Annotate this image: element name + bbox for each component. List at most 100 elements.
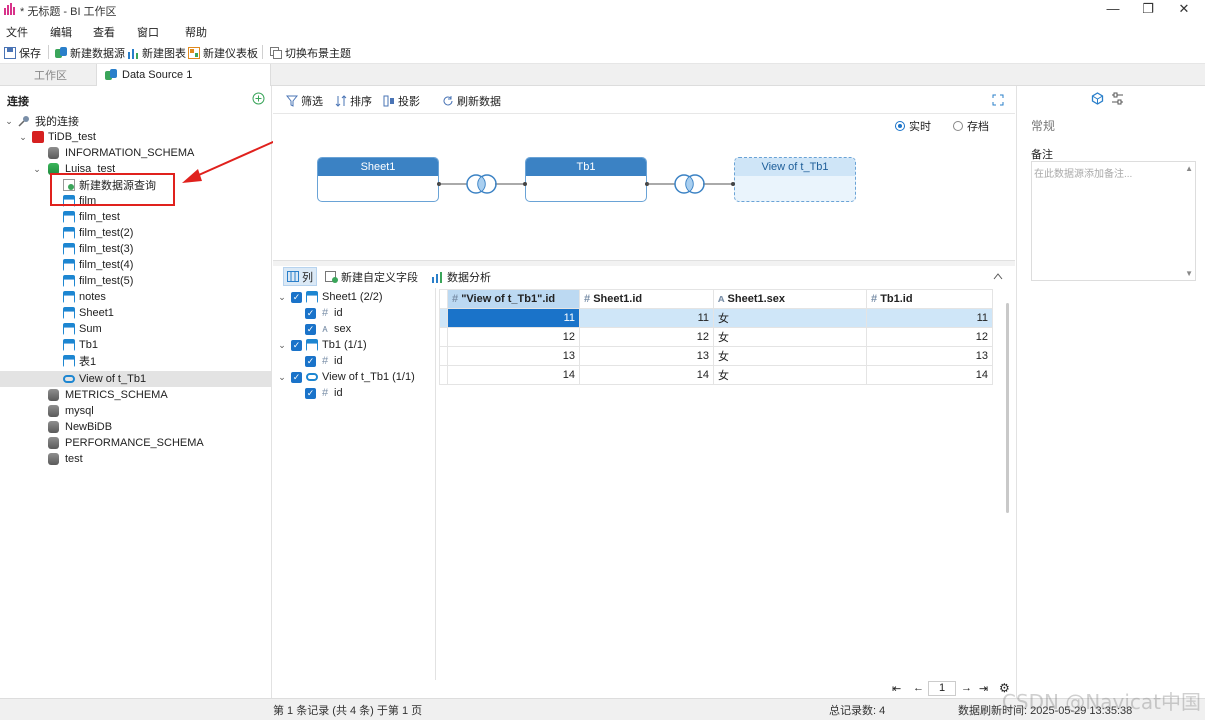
table-cell[interactable]: 12 xyxy=(866,327,993,347)
tree-table[interactable]: Sum xyxy=(0,321,271,337)
plus-circle-icon[interactable] xyxy=(252,92,265,105)
table-row[interactable]: 11 11 女 11 xyxy=(439,308,993,328)
save-button[interactable]: 保存 xyxy=(4,45,41,61)
table-cell[interactable]: 女 xyxy=(713,327,867,347)
chevron-down-icon[interactable]: ⌄ xyxy=(18,132,28,143)
col-field[interactable]: ✓ # id xyxy=(305,385,343,401)
table-row[interactable]: 14 14 女 14 xyxy=(439,365,993,385)
first-page-icon[interactable]: ⇤ xyxy=(892,682,901,695)
maximize-button[interactable]: ❐ xyxy=(1131,0,1165,20)
col-field[interactable]: ✓ # id xyxy=(305,305,343,321)
tree-table[interactable]: film_test(2) xyxy=(0,225,271,241)
col-group-sheet1[interactable]: ⌄ ✓ Sheet1 (2/2) xyxy=(277,289,383,305)
table-row[interactable]: 13 13 女 13 xyxy=(439,346,993,366)
table-cell[interactable]: 11 xyxy=(579,308,714,328)
new-custom-field-button[interactable]: 新建自定义字段 xyxy=(325,269,418,285)
table-cell[interactable]: 14 xyxy=(447,365,580,385)
table-cell[interactable]: 13 xyxy=(579,346,714,366)
notes-field[interactable]: 在此数据源添加备注... ▲ ▼ xyxy=(1031,161,1196,281)
table-cell[interactable]: 14 xyxy=(579,365,714,385)
switch-theme-button[interactable]: 切换布景主题 xyxy=(270,45,351,61)
tree-schema[interactable]: test xyxy=(0,451,271,467)
node-view[interactable]: View of t_Tb1 xyxy=(734,157,856,202)
table-cell[interactable]: 12 xyxy=(579,327,714,347)
tree-table[interactable]: film_test(5) xyxy=(0,273,271,289)
cube-icon[interactable] xyxy=(1091,92,1104,105)
tab-datasource[interactable]: Data Source 1 xyxy=(96,64,271,86)
menu-file[interactable]: 文件 xyxy=(6,24,28,40)
chevron-down-icon[interactable]: ⌄ xyxy=(4,116,14,127)
scroll-down-icon[interactable]: ▼ xyxy=(1185,269,1193,278)
last-page-icon[interactable]: ⇥ xyxy=(979,682,988,695)
checkbox-checked-icon[interactable]: ✓ xyxy=(291,371,302,383)
table-cell[interactable]: 12 xyxy=(447,327,580,347)
join-icon[interactable] xyxy=(464,173,500,195)
tree-schema[interactable]: mysql xyxy=(0,403,271,419)
tree-table[interactable]: film_test(3) xyxy=(0,241,271,257)
chevron-down-icon[interactable]: ⌄ xyxy=(277,340,287,351)
columns-toggle[interactable]: 列 xyxy=(283,267,317,286)
scroll-up-icon[interactable]: ▲ xyxy=(1185,164,1193,173)
projection-button[interactable]: 投影 xyxy=(383,93,420,109)
chevron-down-icon[interactable]: ⌄ xyxy=(277,372,287,383)
next-page-icon[interactable]: → xyxy=(961,682,972,694)
chevron-down-icon[interactable]: ⌄ xyxy=(277,292,287,303)
col-field[interactable]: ✓ ᴀ sex xyxy=(305,321,351,337)
row-header[interactable] xyxy=(439,308,448,328)
column-header[interactable]: # "View of t_Tb1".id xyxy=(447,289,580,309)
tree-schema[interactable]: PERFORMANCE_SCHEMA xyxy=(0,435,271,451)
column-header[interactable]: ᴀ Sheet1.sex xyxy=(713,289,867,309)
tab-workspace[interactable]: 工作区 xyxy=(26,64,96,86)
new-datasource-button[interactable]: 新建数据源 xyxy=(55,45,125,61)
join-icon[interactable] xyxy=(672,173,708,195)
data-analysis-button[interactable]: 数据分析 xyxy=(431,269,491,285)
menu-window[interactable]: 窗口 xyxy=(137,24,159,40)
tree-schema[interactable]: NewBiDB xyxy=(0,419,271,435)
prev-page-icon[interactable]: ← xyxy=(913,682,924,694)
collapse-icon[interactable] xyxy=(993,272,1003,280)
filter-button[interactable]: 筛选 xyxy=(286,93,323,109)
column-header[interactable]: # Sheet1.id xyxy=(579,289,714,309)
sort-button[interactable]: 排序 xyxy=(335,93,372,109)
table-cell[interactable]: 13 xyxy=(866,346,993,366)
column-header[interactable]: # Tb1.id xyxy=(866,289,993,309)
checkbox-checked-icon[interactable]: ✓ xyxy=(291,291,302,303)
table-cell[interactable]: 13 xyxy=(447,346,580,366)
tree-schema[interactable]: METRICS_SCHEMA xyxy=(0,387,271,403)
refresh-button[interactable]: 刷新数据 xyxy=(442,93,501,109)
tree-table[interactable]: notes xyxy=(0,289,271,305)
row-header[interactable] xyxy=(439,365,448,385)
col-field[interactable]: ✓ # id xyxy=(305,353,343,369)
col-group-tb1[interactable]: ⌄ ✓ Tb1 (1/1) xyxy=(277,337,367,353)
tree-root[interactable]: ⌄ 我的连接 xyxy=(0,113,271,129)
table-cell[interactable]: 11 xyxy=(447,308,580,328)
tree-table[interactable]: Sheet1 xyxy=(0,305,271,321)
archive-radio[interactable]: 存档 xyxy=(953,118,989,134)
tree-table[interactable]: film_test(4) xyxy=(0,257,271,273)
checkbox-checked-icon[interactable]: ✓ xyxy=(305,323,316,335)
menu-view[interactable]: 查看 xyxy=(93,24,115,40)
checkbox-checked-icon[interactable]: ✓ xyxy=(305,355,316,367)
table-cell[interactable]: 女 xyxy=(713,308,867,328)
menu-help[interactable]: 帮助 xyxy=(185,24,207,40)
checkbox-checked-icon[interactable]: ✓ xyxy=(305,387,316,399)
table-cell[interactable]: 14 xyxy=(866,365,993,385)
close-button[interactable]: ✕ xyxy=(1167,0,1201,20)
vertical-scrollbar[interactable] xyxy=(1006,303,1009,513)
new-chart-button[interactable]: 新建图表 xyxy=(127,45,186,61)
page-input[interactable]: 1 xyxy=(928,681,956,696)
col-group-view[interactable]: ⌄ ✓ View of t_Tb1 (1/1) xyxy=(277,369,415,385)
tree-table[interactable]: Tb1 xyxy=(0,337,271,353)
tree-view[interactable]: View of t_Tb1 xyxy=(0,371,271,387)
menu-edit[interactable]: 编辑 xyxy=(50,24,72,40)
tree-table[interactable]: film_test xyxy=(0,209,271,225)
checkbox-checked-icon[interactable]: ✓ xyxy=(305,307,316,319)
settings-sliders-icon[interactable] xyxy=(1111,92,1124,105)
fullscreen-icon[interactable] xyxy=(992,94,1004,106)
new-dashboard-button[interactable]: 新建仪表板 xyxy=(188,45,258,61)
chevron-down-icon[interactable]: ⌄ xyxy=(32,164,42,175)
row-header[interactable] xyxy=(439,327,448,347)
table-cell[interactable]: 女 xyxy=(713,365,867,385)
checkbox-checked-icon[interactable]: ✓ xyxy=(291,339,302,351)
table-cell[interactable]: 女 xyxy=(713,346,867,366)
